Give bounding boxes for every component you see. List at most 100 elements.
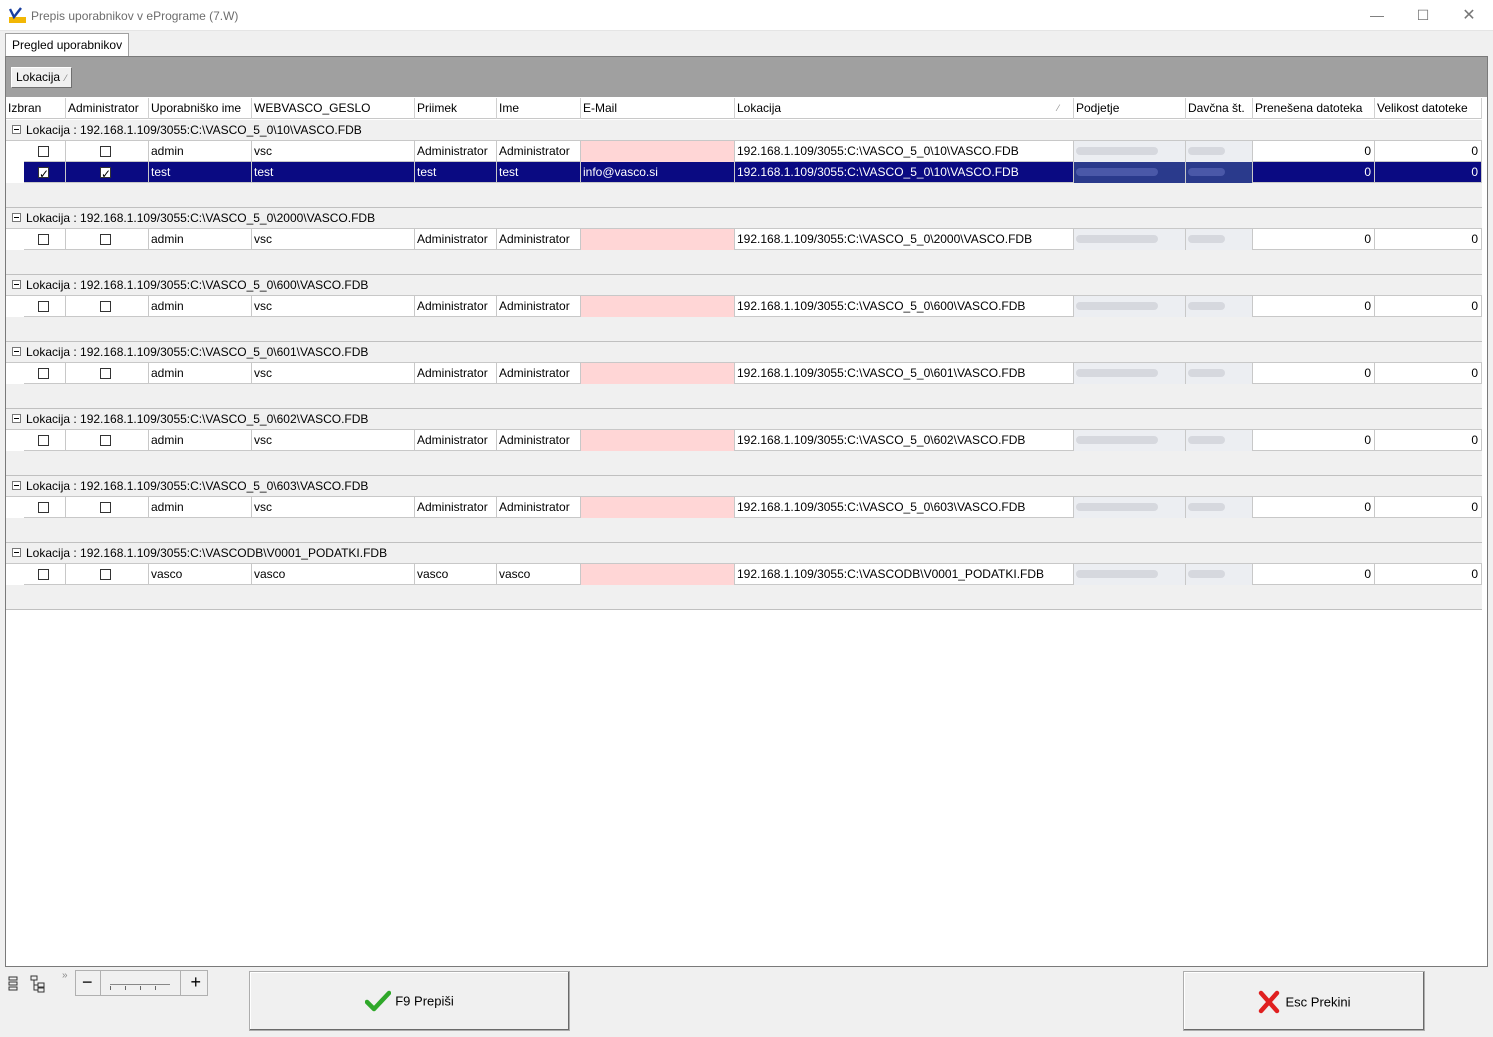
cell-geslo[interactable]: vsc — [252, 141, 415, 162]
administrator-checkbox[interactable] — [100, 569, 111, 580]
collapse-group-icon[interactable] — [12, 125, 21, 134]
cell-prenesena[interactable]: 0 — [1253, 363, 1375, 384]
izbran-checkbox[interactable] — [38, 569, 49, 580]
cell-user[interactable]: test — [149, 162, 252, 183]
cell-geslo[interactable]: vsc — [252, 363, 415, 384]
cell-user[interactable]: admin — [149, 296, 252, 317]
group-row[interactable]: Lokacija : 192.168.1.109/3055:C:\VASCO_5… — [6, 476, 1482, 497]
column-header-izbran[interactable]: Izbran — [6, 98, 66, 119]
cell-lokacija[interactable]: 192.168.1.109/3055:C:\VASCO_5_0\602\VASC… — [735, 430, 1074, 451]
administrator-checkbox[interactable] — [100, 301, 111, 312]
cell-user[interactable]: admin — [149, 229, 252, 250]
cell-priimek[interactable]: Administrator — [415, 229, 497, 250]
izbran-checkbox[interactable] — [38, 164, 49, 183]
column-header-davcna-st[interactable]: Davčna št. — [1186, 98, 1253, 119]
cell-priimek[interactable]: Administrator — [415, 497, 497, 518]
collapse-group-icon[interactable] — [12, 481, 21, 490]
group-row[interactable]: Lokacija : 192.168.1.109/3055:C:\VASCO_5… — [6, 275, 1482, 296]
column-header-email[interactable]: E-Mail — [581, 98, 735, 119]
cell-prenesena[interactable]: 0 — [1253, 229, 1375, 250]
cell-velikost[interactable]: 0 — [1375, 430, 1482, 451]
administrator-checkbox[interactable] — [100, 234, 111, 245]
cell-user[interactable]: vasco — [149, 564, 252, 585]
cell-lokacija[interactable]: 192.168.1.109/3055:C:\VASCO_5_0\600\VASC… — [735, 296, 1074, 317]
administrator-checkbox[interactable] — [100, 368, 111, 379]
cell-velikost[interactable]: 0 — [1375, 141, 1482, 162]
column-header-administrator[interactable]: Administrator — [66, 98, 149, 119]
cell-ime[interactable]: test — [497, 162, 581, 183]
collapse-group-icon[interactable] — [12, 213, 21, 222]
minimize-button[interactable]: — — [1354, 0, 1400, 31]
cell-email[interactable] — [581, 497, 735, 518]
izbran-checkbox[interactable] — [38, 234, 49, 245]
cell-email[interactable] — [581, 430, 735, 451]
administrator-checkbox[interactable] — [100, 502, 111, 513]
group-chip-lokacija[interactable]: Lokacija ⁄ — [11, 67, 72, 88]
izbran-checkbox[interactable] — [38, 368, 49, 379]
prepisi-button[interactable]: F9 Prepiši — [249, 971, 570, 1031]
cell-geslo[interactable]: vsc — [252, 497, 415, 518]
cell-ime[interactable]: Administrator — [497, 363, 581, 384]
table-row[interactable]: admin vsc Administrator Administrator 192.16… — [24, 229, 1482, 250]
administrator-checkbox[interactable] — [100, 435, 111, 446]
cell-ime[interactable]: Administrator — [497, 296, 581, 317]
table-row[interactable]: admin vsc Administrator Administrator 192.16… — [24, 296, 1482, 317]
table-row[interactable]: testtesttesttestinfo@vasco.si192.168.1.1… — [24, 162, 1482, 183]
cell-geslo[interactable]: vasco — [252, 564, 415, 585]
cell-ime[interactable]: Administrator — [497, 229, 581, 250]
cell-user[interactable]: admin — [149, 497, 252, 518]
table-row[interactable]: admin vsc Administrator Administrator 192.16… — [24, 497, 1482, 518]
collapse-group-icon[interactable] — [12, 347, 21, 356]
cell-priimek[interactable]: test — [415, 162, 497, 183]
cell-lokacija[interactable]: 192.168.1.109/3055:C:\VASCO_5_0\10\VASCO… — [735, 162, 1074, 183]
tab-pregled-uporabnikov[interactable]: Pregled uporabnikov — [5, 33, 130, 57]
group-row[interactable]: Lokacija : 192.168.1.109/3055:C:\VASCODB… — [6, 543, 1482, 564]
cell-ime[interactable]: Administrator — [497, 497, 581, 518]
administrator-checkbox[interactable] — [100, 146, 111, 157]
izbran-checkbox[interactable] — [38, 301, 49, 312]
column-header-velikost-datoteke[interactable]: Velikost datoteke — [1375, 98, 1482, 119]
group-row[interactable]: Lokacija : 192.168.1.109/3055:C:\VASCO_5… — [6, 409, 1482, 430]
column-header-uporabnisko-ime[interactable]: Uporabniško ime — [149, 98, 252, 119]
table-row[interactable]: admin vsc Administrator Administrator 192.16… — [24, 141, 1482, 162]
cell-geslo[interactable]: test — [252, 162, 415, 183]
izbran-checkbox[interactable] — [38, 502, 49, 513]
column-header-lokacija[interactable]: Lokacija ⁄ — [735, 98, 1074, 119]
administrator-checkbox[interactable] — [100, 164, 111, 183]
cell-velikost[interactable]: 0 — [1375, 296, 1482, 317]
cell-user[interactable]: admin — [149, 363, 252, 384]
cell-lokacija[interactable]: 192.168.1.109/3055:C:\VASCODB\V0001_PODA… — [735, 564, 1074, 585]
cell-velikost[interactable]: 0 — [1375, 363, 1482, 384]
cell-geslo[interactable]: vsc — [252, 430, 415, 451]
table-row[interactable]: vasco vasco vasco vasco 192.168.1.109/3055:C… — [24, 564, 1482, 585]
izbran-checkbox[interactable] — [38, 146, 49, 157]
cell-velikost[interactable]: 0 — [1375, 229, 1482, 250]
cell-ime[interactable]: Administrator — [497, 141, 581, 162]
cell-lokacija[interactable]: 192.168.1.109/3055:C:\VASCO_5_0\2000\VAS… — [735, 229, 1074, 250]
zoom-slider[interactable] — [110, 984, 170, 985]
column-header-ime[interactable]: Ime — [497, 98, 581, 119]
column-header-podjetje[interactable]: Podjetje — [1074, 98, 1186, 119]
zoom-in-button[interactable]: + — [190, 972, 201, 992]
cell-ime[interactable]: Administrator — [497, 430, 581, 451]
grid-view-icon[interactable] — [4, 974, 24, 994]
cell-user[interactable]: admin — [149, 141, 252, 162]
tree-view-icon[interactable] — [28, 974, 48, 994]
cell-prenesena[interactable]: 0 — [1253, 430, 1375, 451]
cell-lokacija[interactable]: 192.168.1.109/3055:C:\VASCO_5_0\603\VASC… — [735, 497, 1074, 518]
cell-priimek[interactable]: Administrator — [415, 430, 497, 451]
cell-email[interactable] — [581, 141, 735, 162]
collapse-group-icon[interactable] — [12, 414, 21, 423]
cell-velikost[interactable]: 0 — [1375, 162, 1482, 183]
cell-email[interactable] — [581, 229, 735, 250]
cell-prenesena[interactable]: 0 — [1253, 497, 1375, 518]
cell-prenesena[interactable]: 0 — [1253, 141, 1375, 162]
toolbar-expand-icon[interactable]: » — [62, 970, 68, 981]
cell-email[interactable]: info@vasco.si — [581, 162, 735, 183]
column-header-webvasco-geslo[interactable]: WEBVASCO_GESLO — [252, 98, 415, 119]
close-button[interactable]: ✕ — [1446, 0, 1492, 31]
table-row[interactable]: admin vsc Administrator Administrator 192.16… — [24, 430, 1482, 451]
table-row[interactable]: admin vsc Administrator Administrator 192.16… — [24, 363, 1482, 384]
cell-velikost[interactable]: 0 — [1375, 497, 1482, 518]
column-header-prenesena-datoteka[interactable]: Prenešena datoteka — [1253, 98, 1375, 119]
